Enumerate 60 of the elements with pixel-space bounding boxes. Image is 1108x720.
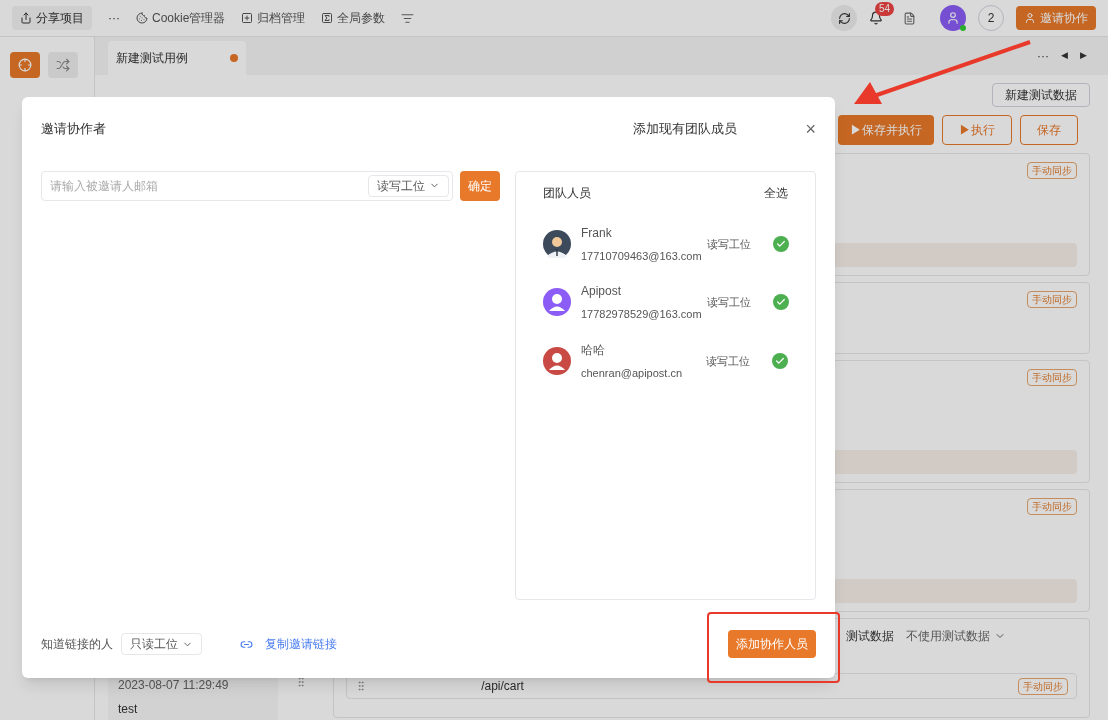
- link-role-select[interactable]: 只读工位: [121, 633, 202, 655]
- user-icon: [1024, 12, 1036, 24]
- select-all-button[interactable]: 全选: [764, 183, 788, 202]
- target-tab[interactable]: [10, 52, 40, 78]
- link-access-label: 知道链接的人: [41, 636, 113, 653]
- more-menu[interactable]: ···: [108, 9, 120, 27]
- topbar-menu-item[interactable]: 归档管理: [241, 9, 306, 27]
- shuffle-tab[interactable]: [48, 52, 78, 78]
- check-icon: [776, 297, 786, 308]
- topbar-menu-item[interactable]: 全局参数: [321, 9, 386, 27]
- member-email: chenran@apipost.cn: [581, 365, 684, 381]
- sync-button[interactable]: [831, 5, 857, 31]
- history-name: test: [118, 702, 139, 716]
- member-name: Apipost: [581, 283, 623, 300]
- notification-icon[interactable]: [869, 11, 883, 25]
- check-icon: [775, 355, 785, 366]
- list-icon[interactable]: [401, 11, 415, 25]
- member-role: 读写工位: [707, 295, 751, 310]
- member-role: 读写工位: [706, 353, 750, 369]
- topbar-menu-item[interactable]: Cookie管理器: [136, 9, 226, 27]
- sync-tag: 手动同步: [1027, 369, 1077, 386]
- notification-badge: 54: [875, 2, 895, 16]
- notes-icon[interactable]: [903, 11, 916, 25]
- member-checkbox[interactable]: [773, 294, 789, 311]
- team-panel-title: 添加现有团队成员: [633, 120, 737, 138]
- email-field[interactable]: 请输入被邀请人邮箱 读写工位: [41, 170, 453, 201]
- close-button[interactable]: ×: [805, 119, 816, 138]
- role-select[interactable]: 读写工位: [368, 174, 449, 197]
- document-tab[interactable]: 新建测试用例: [108, 41, 246, 75]
- menu-item-icon: [136, 12, 148, 24]
- drag-handle-icon: [355, 680, 367, 692]
- sync-icon: [837, 11, 851, 25]
- next-tab-button[interactable]: ▶: [1080, 49, 1087, 63]
- user-avatar[interactable]: [940, 5, 966, 31]
- sync-tag: 手动同步: [1027, 291, 1077, 308]
- more-tabs[interactable]: ···: [1037, 47, 1049, 65]
- history-time: 2023-08-07 11:29:49: [118, 678, 230, 692]
- share-project-button[interactable]: 分享项目: [12, 6, 92, 30]
- check-icon: [776, 238, 786, 249]
- member-name: 哈哈: [581, 341, 606, 359]
- sync-tag: 手动同步: [1018, 677, 1068, 695]
- menu-item-icon: [241, 12, 254, 24]
- test-data-label: 测试数据: [846, 628, 894, 645]
- member-checkbox[interactable]: [773, 235, 789, 252]
- member-name: Frank: [581, 224, 613, 242]
- dialog-title: 邀请协作者: [41, 120, 107, 138]
- new-test-data-button[interactable]: 新建测试数据: [992, 83, 1090, 107]
- member-role: 读写工位: [707, 236, 751, 252]
- target-icon: [18, 58, 32, 72]
- sync-tag: 手动同步: [1027, 162, 1077, 179]
- sync-tag: 手动同步: [1027, 498, 1077, 515]
- member-checkbox[interactable]: [772, 352, 788, 369]
- test-data-select[interactable]: 不使用测试数据: [906, 627, 1006, 645]
- step-url: /api/cart: [481, 678, 524, 695]
- column-header: 团队人员: [543, 184, 591, 202]
- previous-tab-button[interactable]: ◀: [1061, 49, 1068, 63]
- menu-item-icon: [321, 12, 334, 24]
- copy-link[interactable]: 复制邀请链接: [265, 635, 337, 653]
- shuffle-icon: [56, 58, 70, 72]
- share-icon: [20, 12, 32, 24]
